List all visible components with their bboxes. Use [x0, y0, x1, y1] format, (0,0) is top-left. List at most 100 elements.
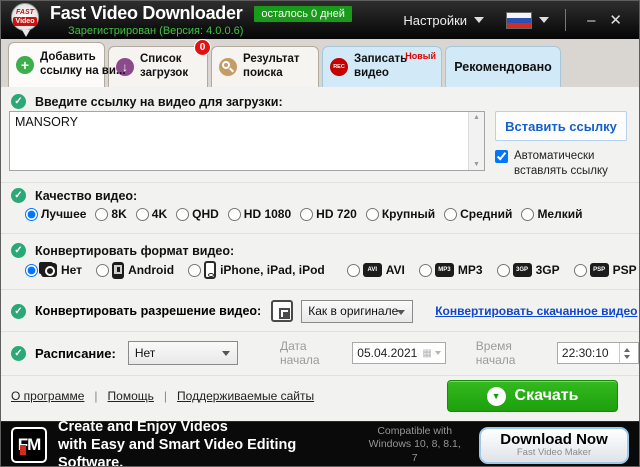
quality-radio[interactable]: [521, 208, 534, 221]
format-radio[interactable]: [96, 264, 109, 277]
link-separator: |: [94, 389, 97, 403]
titlebar: FAST Video Fast Video Downloader осталос…: [1, 1, 639, 39]
chevron-down-icon: [222, 351, 230, 356]
check-icon: ✓: [11, 188, 26, 203]
quality-option-large[interactable]: Крупный: [366, 207, 435, 221]
quality-radio[interactable]: [228, 208, 241, 221]
quality-option-best[interactable]: Лучшее: [25, 207, 86, 221]
quality-radio[interactable]: [95, 208, 108, 221]
format-option-android[interactable]: Android: [96, 262, 174, 279]
format-radio[interactable]: [188, 264, 201, 277]
format-label: Конвертировать формат видео:: [35, 244, 234, 258]
start-time-field[interactable]: 22:30:10: [557, 342, 639, 364]
new-tag: Новый: [405, 51, 436, 61]
tab-search-results[interactable]: Результатпоиска: [211, 46, 319, 87]
format-option-mp3[interactable]: MP3 MP3: [419, 263, 483, 277]
url-input-wrap: MANSORY ▲ ▼: [9, 111, 485, 171]
url-input[interactable]: MANSORY: [10, 112, 468, 170]
format-option-psp[interactable]: PSP PSP: [574, 263, 637, 277]
ad-banner: FM Create and Enjoy Videos with Easy and…: [1, 421, 639, 467]
format-option-avi[interactable]: AVI AVI: [347, 263, 405, 277]
psp-file-icon: PSP: [590, 263, 609, 277]
logo-text-video: Video: [13, 17, 38, 26]
iphone-icon: [204, 261, 216, 279]
quality-label-row: ✓ Качество видео:: [11, 188, 137, 203]
convert-downloaded-link[interactable]: Конвертировать скачанное видео: [435, 304, 637, 318]
close-button[interactable]: ✕: [602, 13, 629, 28]
tab-recommended-label: Рекомендовано: [454, 60, 552, 75]
tab-add-link-label: Добавитьссылку на ви...: [40, 51, 126, 78]
quality-option-small[interactable]: Мелкий: [521, 207, 582, 221]
format-option-none[interactable]: Нет: [25, 263, 82, 277]
tab-add-link[interactable]: + Добавитьссылку на ви...: [8, 42, 105, 87]
format-option-3gp[interactable]: 3GP 3GP: [497, 263, 560, 277]
start-date-field[interactable]: 05.04.2021 ▦: [352, 342, 446, 364]
time-spinner[interactable]: [619, 343, 634, 363]
format-radio[interactable]: [574, 264, 587, 277]
quality-option-qhd[interactable]: QHD: [176, 207, 219, 221]
calendar-icon: ▦: [422, 348, 431, 359]
help-link[interactable]: Помощь: [108, 389, 154, 403]
format-radio[interactable]: [25, 264, 38, 277]
divider: [1, 289, 639, 290]
check-icon: ✓: [11, 304, 26, 319]
quality-option-4k[interactable]: 4K: [136, 207, 167, 221]
quality-option-hd720[interactable]: HD 720: [300, 207, 357, 221]
schedule-dropdown[interactable]: Нет: [128, 341, 238, 365]
url-input-scrollbar[interactable]: ▲ ▼: [468, 112, 484, 170]
paste-link-button[interactable]: Вставить ссылку: [495, 111, 627, 141]
divider: [1, 182, 639, 183]
logo-text-fast: FAST: [16, 9, 34, 16]
quality-radio[interactable]: [136, 208, 149, 221]
tab-record-video[interactable]: REC Записатьвидео Новый: [322, 46, 442, 87]
divider: [1, 375, 639, 376]
minimize-button[interactable]: –: [580, 13, 602, 28]
tab-search-results-label: Результатпоиска: [243, 53, 299, 80]
quality-radio[interactable]: [25, 208, 38, 221]
search-icon: [219, 58, 237, 76]
3gp-file-icon: 3GP: [513, 263, 532, 277]
autopaste-row: Автоматическивставлять ссылку: [495, 149, 608, 179]
ad-download-now-button[interactable]: Download Now Fast Video Maker: [479, 427, 629, 464]
autopaste-checkbox[interactable]: [495, 150, 508, 163]
scroll-down-icon[interactable]: ▼: [473, 161, 480, 168]
settings-label: Настройки: [403, 13, 467, 28]
about-link[interactable]: О программе: [11, 389, 84, 403]
scroll-up-icon[interactable]: ▲: [473, 114, 480, 121]
check-icon: ✓: [11, 94, 26, 109]
settings-menu-button[interactable]: Настройки: [403, 13, 484, 28]
titlebar-separator: [565, 9, 566, 31]
tabstrip: + Добавитьссылку на ви... ↓ Списокзагруз…: [1, 39, 639, 87]
language-flag-russia[interactable]: [506, 12, 532, 29]
plus-icon: +: [16, 56, 34, 74]
resolution-dropdown[interactable]: Как в оригинале: [301, 300, 413, 323]
format-radio[interactable]: [419, 264, 432, 277]
avi-file-icon: AVI: [363, 263, 382, 277]
divider: [1, 331, 639, 332]
quality-radio[interactable]: [366, 208, 379, 221]
check-icon: ✓: [11, 243, 26, 258]
supported-sites-link[interactable]: Поддерживаемые сайты: [177, 389, 314, 403]
app-logo-icon: FAST Video: [11, 3, 41, 37]
spinner-up-icon: [624, 348, 630, 352]
downloads-count-badge: 0: [194, 39, 211, 56]
start-time-label: Время начала: [476, 339, 549, 367]
quality-label: Качество видео:: [35, 189, 137, 203]
quality-radio[interactable]: [300, 208, 313, 221]
quality-option-medium[interactable]: Средний: [444, 207, 512, 221]
quality-radio[interactable]: [444, 208, 457, 221]
url-section-label-row: ✓ Введите ссылку на видео для загрузки:: [11, 94, 283, 109]
app-window: FAST Video Fast Video Downloader осталос…: [0, 0, 640, 467]
format-label-row: ✓ Конвертировать формат видео:: [11, 243, 234, 258]
tab-recommended[interactable]: Рекомендовано: [445, 46, 561, 87]
format-radio[interactable]: [347, 264, 360, 277]
download-button[interactable]: ▼ Скачать: [447, 380, 618, 412]
resolution-row: ✓ Конвертировать разрешение видео: Как в…: [11, 297, 637, 325]
autopaste-label: Автоматическивставлять ссылку: [514, 149, 608, 179]
format-radio[interactable]: [497, 264, 510, 277]
quality-option-8k[interactable]: 8K: [95, 207, 126, 221]
language-chevron-down-icon[interactable]: [539, 17, 549, 23]
quality-radio[interactable]: [176, 208, 189, 221]
format-option-iphone[interactable]: iPhone, iPad, iPod: [188, 261, 325, 279]
quality-option-hd1080[interactable]: HD 1080: [228, 207, 291, 221]
